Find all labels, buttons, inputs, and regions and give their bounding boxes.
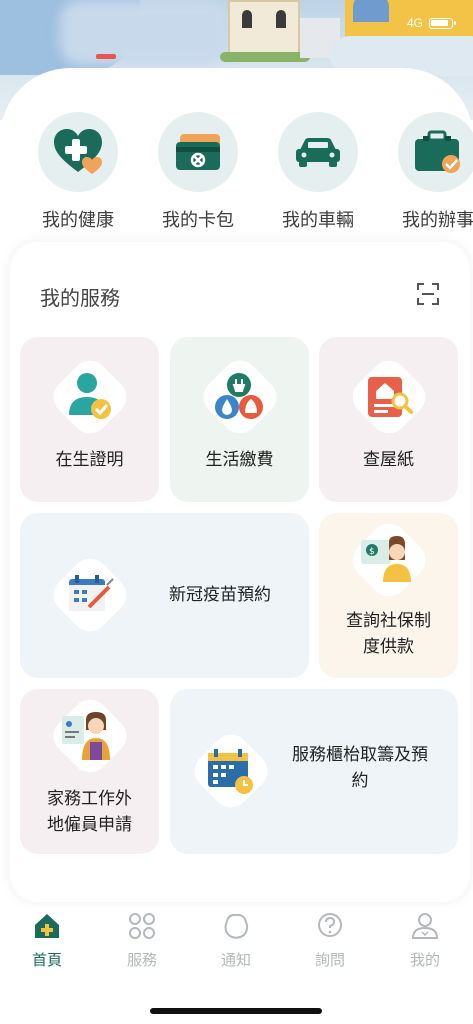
service-tile-domestic-helper[interactable]: 家務工作外 地僱員申請 — [20, 689, 159, 854]
question-icon — [318, 913, 342, 937]
battery-icon — [429, 17, 456, 29]
svg-text:$: $ — [369, 547, 375, 557]
service-tile-label-line: 度供款 — [363, 637, 414, 657]
nav-label: 服務 — [126, 951, 157, 969]
service-tile-social-security[interactable]: $ 查詢社保制 度供款 — [319, 513, 458, 678]
quick-action-cards[interactable]: 我的卡包 — [148, 112, 248, 232]
nav-item-enquiry[interactable]: 詢問 — [290, 908, 370, 970]
status-bar: 4G — [406, 16, 456, 30]
quick-action-label: 我的卡包 — [162, 210, 234, 231]
quick-action-affairs[interactable]: 我的辦事 — [388, 112, 473, 232]
social-security-icon: $ — [361, 536, 411, 582]
nav-label: 詢問 — [314, 951, 345, 969]
home-icon — [35, 914, 59, 938]
nav-label: 我的 — [409, 951, 440, 969]
services-title: 我的服務 — [40, 286, 120, 310]
service-tile-label: 查屋紙 — [363, 450, 414, 470]
vaccine-calendar-icon — [69, 575, 114, 611]
quick-action-label: 我的辦事 — [402, 210, 473, 231]
quick-action-vehicles[interactable]: 我的車輛 — [268, 112, 368, 232]
notification-icon — [224, 913, 249, 939]
network-label: 4G — [406, 16, 423, 30]
service-tile-label-line: 服務櫃枱取籌及預 — [292, 745, 428, 765]
service-tile-label: 生活繳費 — [205, 450, 274, 470]
service-tile-label-line: 地僱員申請 — [47, 815, 132, 835]
service-tile-covid-vaccine[interactable]: 新冠疫苗預約 — [20, 513, 309, 678]
briefcase-icon — [415, 130, 460, 173]
service-tile-label: 查詢社保制 度供款 — [319, 608, 458, 660]
nav-item-services[interactable]: 服務 — [102, 908, 182, 970]
nav-item-profile[interactable]: 我的 — [385, 908, 465, 970]
profile-icon — [411, 913, 439, 939]
car-icon — [296, 138, 340, 167]
quick-action-health[interactable]: 我的健康 — [28, 112, 128, 232]
service-tile-utility-bills[interactable]: 生活繳費 — [170, 337, 309, 502]
service-tile-property-record[interactable]: 查屋紙 — [319, 337, 458, 502]
health-heart-icon — [54, 129, 102, 174]
quick-action-label: 我的車輛 — [282, 210, 354, 231]
nav-label: 通知 — [220, 951, 251, 969]
nav-label: 首頁 — [31, 951, 62, 969]
quick-action-label: 我的健康 — [42, 210, 114, 231]
person-check-icon — [69, 373, 111, 419]
service-tile-label-line: 約 — [351, 771, 369, 791]
service-tile-label: 家務工作外 地僱員申請 — [20, 786, 159, 838]
my-services-card: 我的服務 在生證明 生活繳費 查屋紙 新冠疫苗預約 $ 查詢社保制 度供款 家務… — [10, 242, 470, 902]
service-tile-label: 服務櫃枱取籌及預 約 — [275, 742, 445, 794]
service-tile-label-line: 家務工作外 — [47, 789, 132, 809]
service-tile-label-line: 查詢社保制 — [346, 611, 431, 631]
service-tile-label: 在生證明 — [55, 450, 124, 470]
nav-item-notifications[interactable]: 通知 — [196, 908, 276, 970]
home-indicator — [150, 1008, 322, 1014]
property-search-icon — [368, 377, 413, 417]
nav-item-home[interactable]: 首頁 — [7, 908, 87, 970]
domestic-helper-icon — [62, 712, 110, 760]
service-tile-label: 新冠疫苗預約 — [169, 585, 271, 605]
quick-actions: 我的健康 我的卡包 我的車輛 我的辦事 — [0, 112, 473, 232]
card-wallet-icon — [176, 134, 220, 170]
service-tile-counter-booking[interactable]: 服務櫃枱取籌及預 約 — [170, 689, 458, 854]
bottom-nav: 首頁 服務 通知 詢問 我的 — [0, 908, 473, 1024]
counter-booking-icon — [208, 749, 253, 794]
utility-bills-icon — [215, 373, 263, 419]
service-tile-life-certificate[interactable]: 在生證明 — [20, 337, 159, 502]
services-grid-icon — [129, 913, 155, 939]
scan-icon[interactable] — [416, 282, 440, 306]
